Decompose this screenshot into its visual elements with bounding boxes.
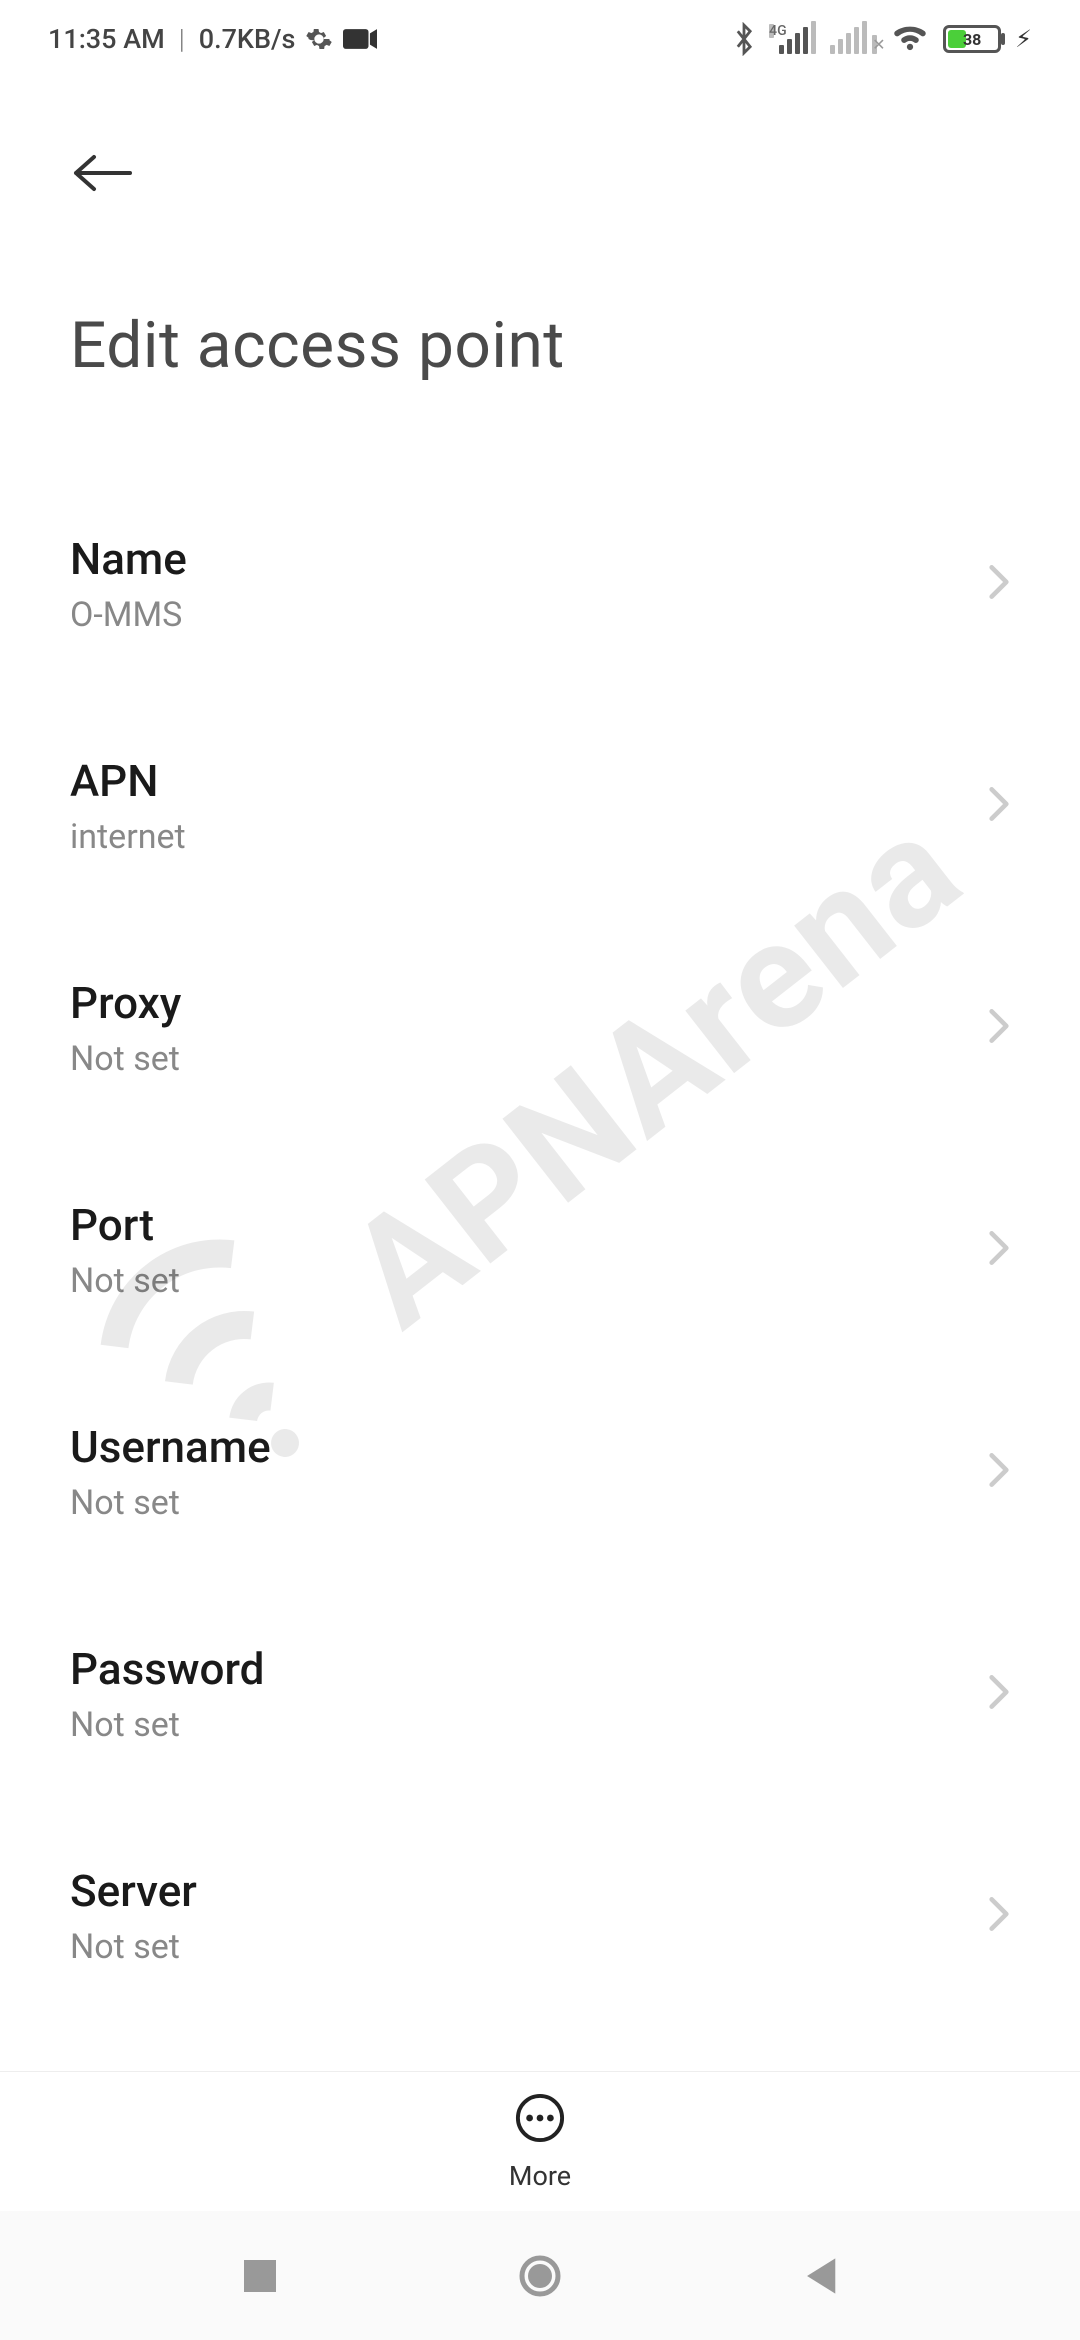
gear-icon [305,25,333,53]
signal-sim2-icon: ✕ [830,24,877,54]
chevron-right-icon [988,785,1010,827]
square-icon [242,2258,278,2294]
status-data-rate: 0.7KB/s [199,23,296,55]
status-bar: 11:35 AM | 0.7KB/s 4G ✕ 38 ⚡︎ [0,0,1080,78]
setting-label: Proxy [70,977,181,1029]
chevron-right-icon [988,1007,1010,1049]
setting-value: O-MMS [70,595,187,635]
signal-sim1-icon: 4G [769,24,816,54]
circle-icon [516,2252,564,2300]
status-time: 11:35 AM [48,23,165,55]
chevron-right-icon [988,563,1010,605]
charging-bolt-icon: ⚡︎ [1015,25,1032,53]
setting-username[interactable]: Username Not set [70,1391,1010,1553]
header: Edit access point [0,78,1080,383]
arrow-left-icon [70,153,136,193]
setting-port[interactable]: Port Not set [70,1169,1010,1331]
nav-recents-button[interactable] [225,2241,295,2311]
navigation-bar [0,2211,1080,2340]
battery-percent: 38 [946,28,998,50]
setting-server[interactable]: Server Not set [70,1835,1010,1997]
triangle-left-icon [802,2256,838,2296]
back-button[interactable] [70,138,140,208]
setting-apn[interactable]: APN internet [70,725,1010,887]
wifi-icon [891,24,929,54]
setting-label: APN [70,755,186,807]
video-camera-icon [343,26,377,52]
page-title: Edit access point [70,308,1010,383]
setting-value: Not set [70,1261,180,1301]
setting-label: Name [70,533,187,585]
chevron-right-icon [988,1673,1010,1715]
more-button[interactable]: More [509,2092,571,2192]
network-type-label: 4G [769,24,774,38]
setting-label: Username [70,1421,271,1473]
setting-value: Not set [70,1039,181,1079]
more-icon [514,2092,566,2148]
chevron-right-icon [988,1895,1010,1937]
setting-password[interactable]: Password Not set [70,1613,1010,1775]
chevron-right-icon [988,1451,1010,1493]
signal-disabled-x: ✕ [872,35,877,54]
more-label: More [509,2160,571,2192]
status-bar-left: 11:35 AM | 0.7KB/s [48,23,377,55]
toolbar: More [0,2071,1080,2211]
setting-value: internet [70,817,186,857]
battery-icon: 38 [943,25,1001,53]
setting-value: Not set [70,1927,197,1967]
status-divider: | [179,23,185,55]
status-bar-right: 4G ✕ 38 ⚡︎ [733,22,1032,56]
nav-back-button[interactable] [785,2241,855,2311]
nav-home-button[interactable] [505,2241,575,2311]
setting-proxy[interactable]: Proxy Not set [70,947,1010,1109]
bluetooth-icon [733,22,755,56]
setting-name[interactable]: Name O-MMS [70,503,1010,665]
setting-label: Port [70,1199,180,1251]
setting-label: Password [70,1643,264,1695]
setting-value: Not set [70,1705,264,1745]
chevron-right-icon [988,1229,1010,1271]
setting-value: Not set [70,1483,271,1523]
settings-list: Name O-MMS APN internet Proxy Not set Po… [0,503,1080,2340]
setting-label: Server [70,1865,197,1917]
